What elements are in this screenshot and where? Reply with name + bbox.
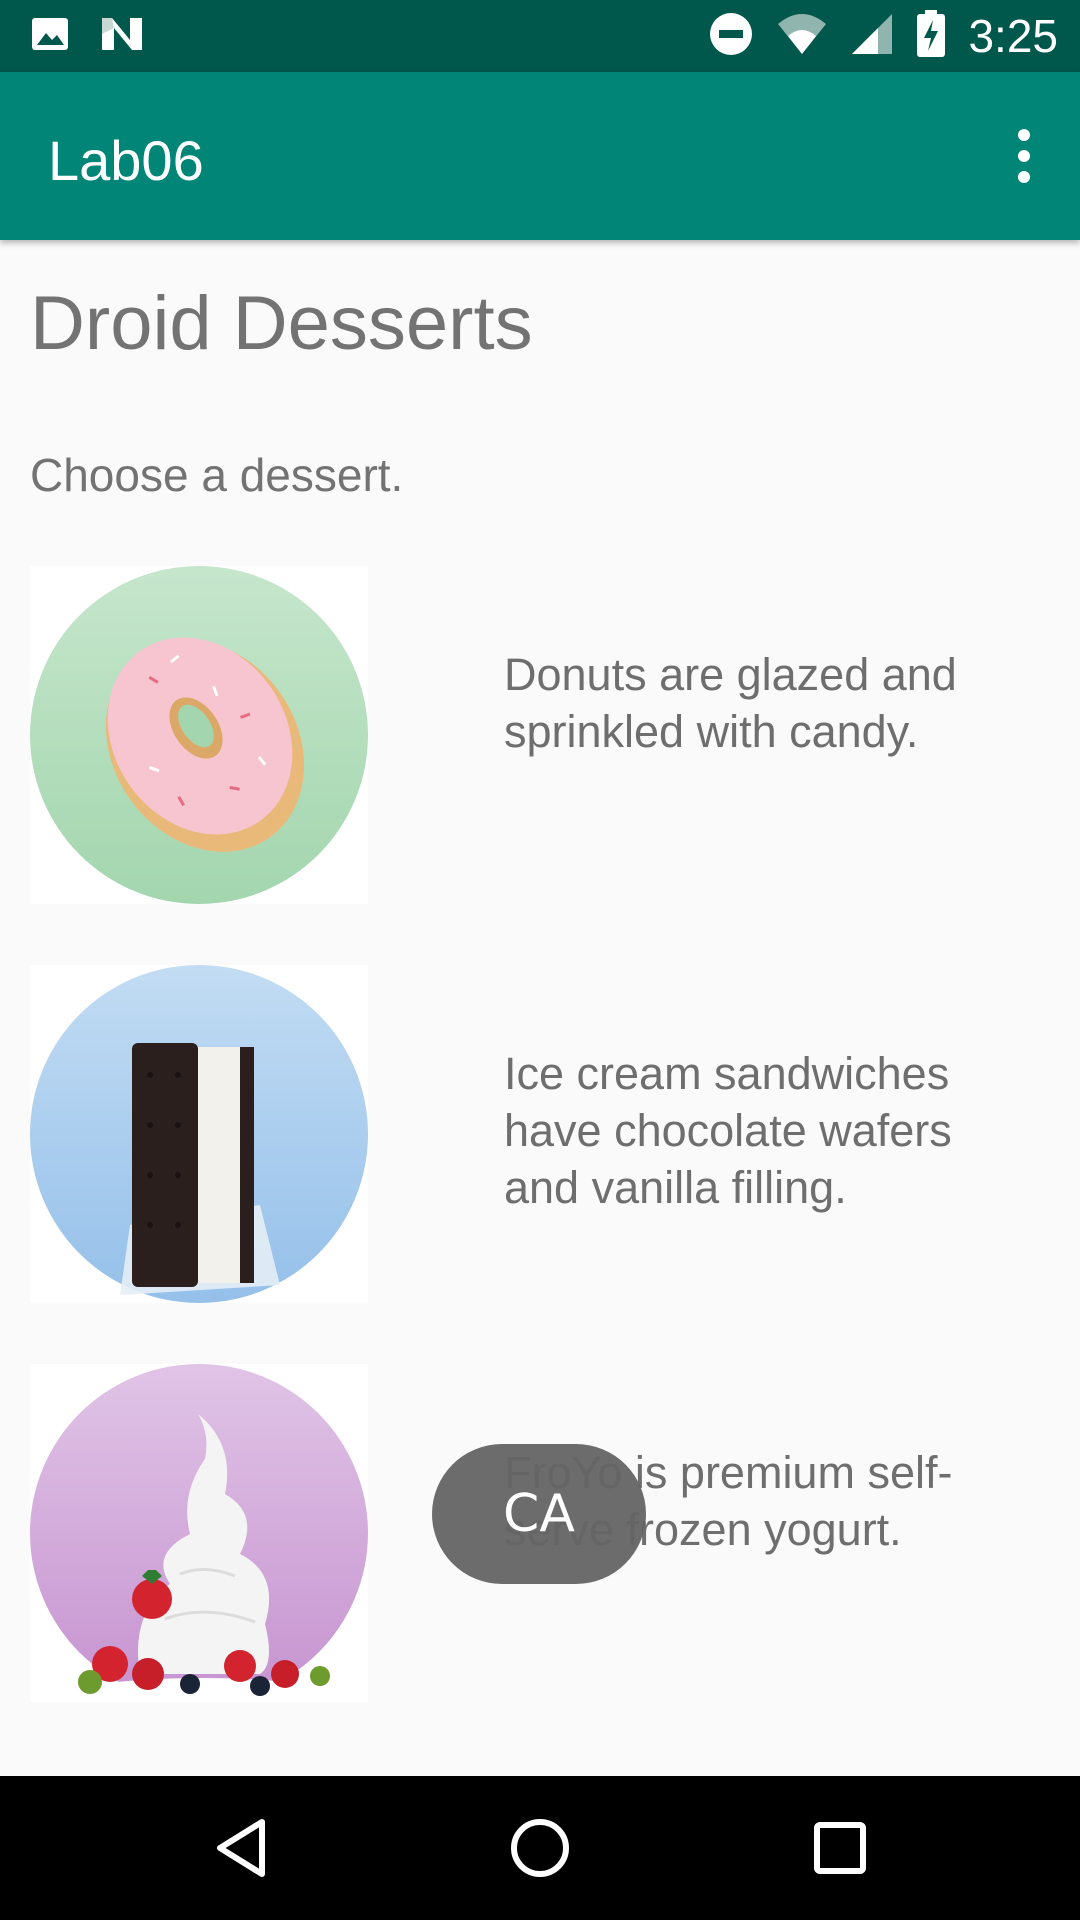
back-icon[interactable] — [206, 1812, 278, 1884]
recents-icon[interactable] — [804, 1812, 876, 1884]
app-title: Lab06 — [48, 129, 204, 192]
status-bar: 3:25 — [0, 0, 1080, 72]
ice-cream-sandwich-image[interactable] — [30, 965, 368, 1303]
clock: 3:25 — [968, 10, 1058, 62]
overflow-menu-icon[interactable] — [994, 124, 1054, 188]
app-bar: Lab06 — [0, 72, 1080, 240]
page-subtitle: Choose a dessert. — [30, 449, 404, 501]
donut-description: Donuts are glazed and sprinkled with can… — [504, 649, 957, 757]
image-icon — [30, 14, 70, 59]
signal-icon — [850, 12, 894, 61]
battery-charging-icon — [916, 9, 946, 63]
ice-cream-sandwich-description: Ice cream sandwiches have chocolate wafe… — [504, 1048, 952, 1213]
status-notifications — [30, 14, 144, 59]
do-not-disturb-icon — [708, 11, 754, 62]
toast-message: CA — [432, 1444, 646, 1584]
froyo-image[interactable] — [30, 1364, 368, 1702]
n-icon — [100, 14, 144, 59]
donut-image[interactable] — [30, 566, 368, 904]
wifi-icon — [776, 12, 828, 61]
status-system: 3:25 — [708, 8, 1058, 64]
navigation-bar — [0, 1776, 1080, 1920]
page-title: Droid Desserts — [30, 281, 533, 366]
home-icon[interactable] — [504, 1812, 576, 1884]
